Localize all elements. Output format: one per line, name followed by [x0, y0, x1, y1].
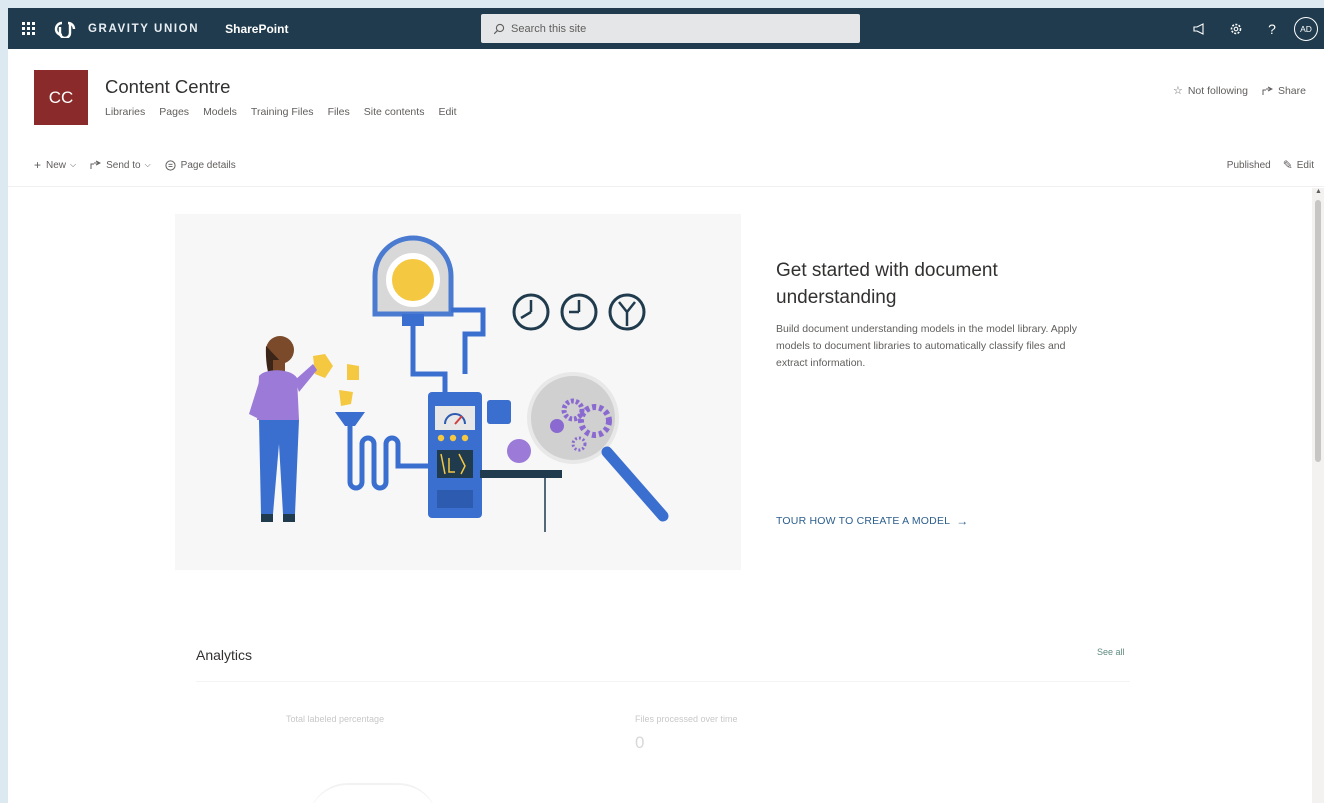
metric-label-labeled: Total labeled percentage	[286, 714, 385, 724]
nav-item-training-files[interactable]: Training Files	[251, 106, 314, 118]
page-details-label: Page details	[180, 159, 236, 171]
page-details-button[interactable]: Page details	[165, 160, 236, 171]
site-navigation: Libraries Pages Models Training Files Fi…	[105, 106, 471, 118]
analytics-divider	[196, 681, 1130, 682]
analytics-heading: Analytics	[196, 647, 253, 663]
command-bar: + New ⌵ Send to ⌵ Page details Published…	[8, 145, 1324, 187]
new-button[interactable]: + New ⌵	[34, 158, 76, 172]
share-label: Share	[1277, 84, 1306, 97]
metric-label-processed: Files processed over time	[635, 714, 738, 724]
send-icon	[90, 160, 102, 169]
edit-page-button[interactable]: ✎ Edit	[1283, 158, 1314, 172]
metric-value-processed: 0	[635, 733, 645, 752]
pencil-icon: ✎	[1282, 158, 1293, 172]
arrow-right-icon: →	[956, 514, 969, 528]
hero-illustration	[175, 214, 741, 570]
site-header: CC Content Centre Libraries Pages Models…	[8, 49, 1324, 143]
hero-text: Get started with document understanding …	[776, 257, 1106, 372]
brand-name: GRAVITY UNION	[88, 22, 200, 35]
brand-logo-link[interactable]: GRAVITY UNION	[52, 20, 199, 38]
megaphone-icon[interactable]	[1182, 8, 1218, 49]
app-name-link[interactable]: SharePoint	[225, 22, 288, 36]
gear-icon[interactable]	[1218, 8, 1254, 49]
plus-icon: +	[34, 158, 42, 172]
page-content: Get started with document understanding …	[8, 188, 1312, 803]
send-to-button[interactable]: Send to ⌵	[90, 160, 151, 171]
search-input[interactable]: Search this site	[511, 23, 586, 35]
scroll-up-icon[interactable]: ▲	[1315, 188, 1322, 195]
star-icon: ☆	[1172, 85, 1183, 97]
edit-label: Edit	[1296, 159, 1314, 171]
search-icon	[493, 23, 505, 34]
nav-item-files[interactable]: Files	[328, 106, 350, 118]
publish-status: Published	[1226, 159, 1271, 171]
page-main: CC Content Centre Libraries Pages Models…	[8, 49, 1324, 803]
person-illustration	[249, 336, 317, 522]
site-logo[interactable]: CC	[34, 70, 88, 125]
share-icon	[1262, 86, 1273, 95]
nav-edit-link[interactable]: Edit	[438, 106, 456, 118]
follow-label: Not following	[1187, 84, 1248, 97]
user-avatar[interactable]: AD	[1294, 16, 1318, 41]
nav-item-site-contents[interactable]: Site contents	[364, 106, 425, 118]
follow-button[interactable]: ☆ Not following	[1172, 84, 1248, 98]
page-scrollbar[interactable]: ▲	[1312, 188, 1324, 803]
hero-title: Get started with document understanding	[776, 260, 998, 308]
labeled-percentage-chart	[308, 783, 438, 803]
tour-model-link[interactable]: TOUR HOW TO CREATE A MODEL →	[776, 514, 968, 528]
new-label: New	[46, 159, 67, 171]
suite-bar: GRAVITY UNION SharePoint Search this sit…	[8, 8, 1324, 49]
hero-description: Build document understanding models in t…	[776, 323, 1077, 369]
nav-item-pages[interactable]: Pages	[159, 106, 189, 118]
app-launcher-icon[interactable]	[8, 8, 48, 49]
help-icon[interactable]: ?	[1254, 8, 1290, 49]
gravity-union-logo-icon	[54, 21, 76, 38]
send-to-label: Send to	[106, 159, 141, 171]
tour-link-label: TOUR HOW TO CREATE A MODEL	[776, 515, 951, 527]
see-all-link[interactable]: See all	[1097, 647, 1125, 657]
scroll-thumb[interactable]	[1315, 200, 1321, 462]
site-title[interactable]: Content Centre	[105, 76, 230, 98]
chevron-down-icon: ⌵	[70, 160, 77, 169]
nav-item-models[interactable]: Models	[203, 106, 237, 118]
search-box[interactable]: Search this site	[481, 14, 860, 43]
chevron-down-icon: ⌵	[144, 160, 151, 169]
nav-item-libraries[interactable]: Libraries	[105, 106, 145, 118]
page-details-icon	[165, 159, 176, 171]
share-button[interactable]: Share	[1262, 85, 1306, 97]
